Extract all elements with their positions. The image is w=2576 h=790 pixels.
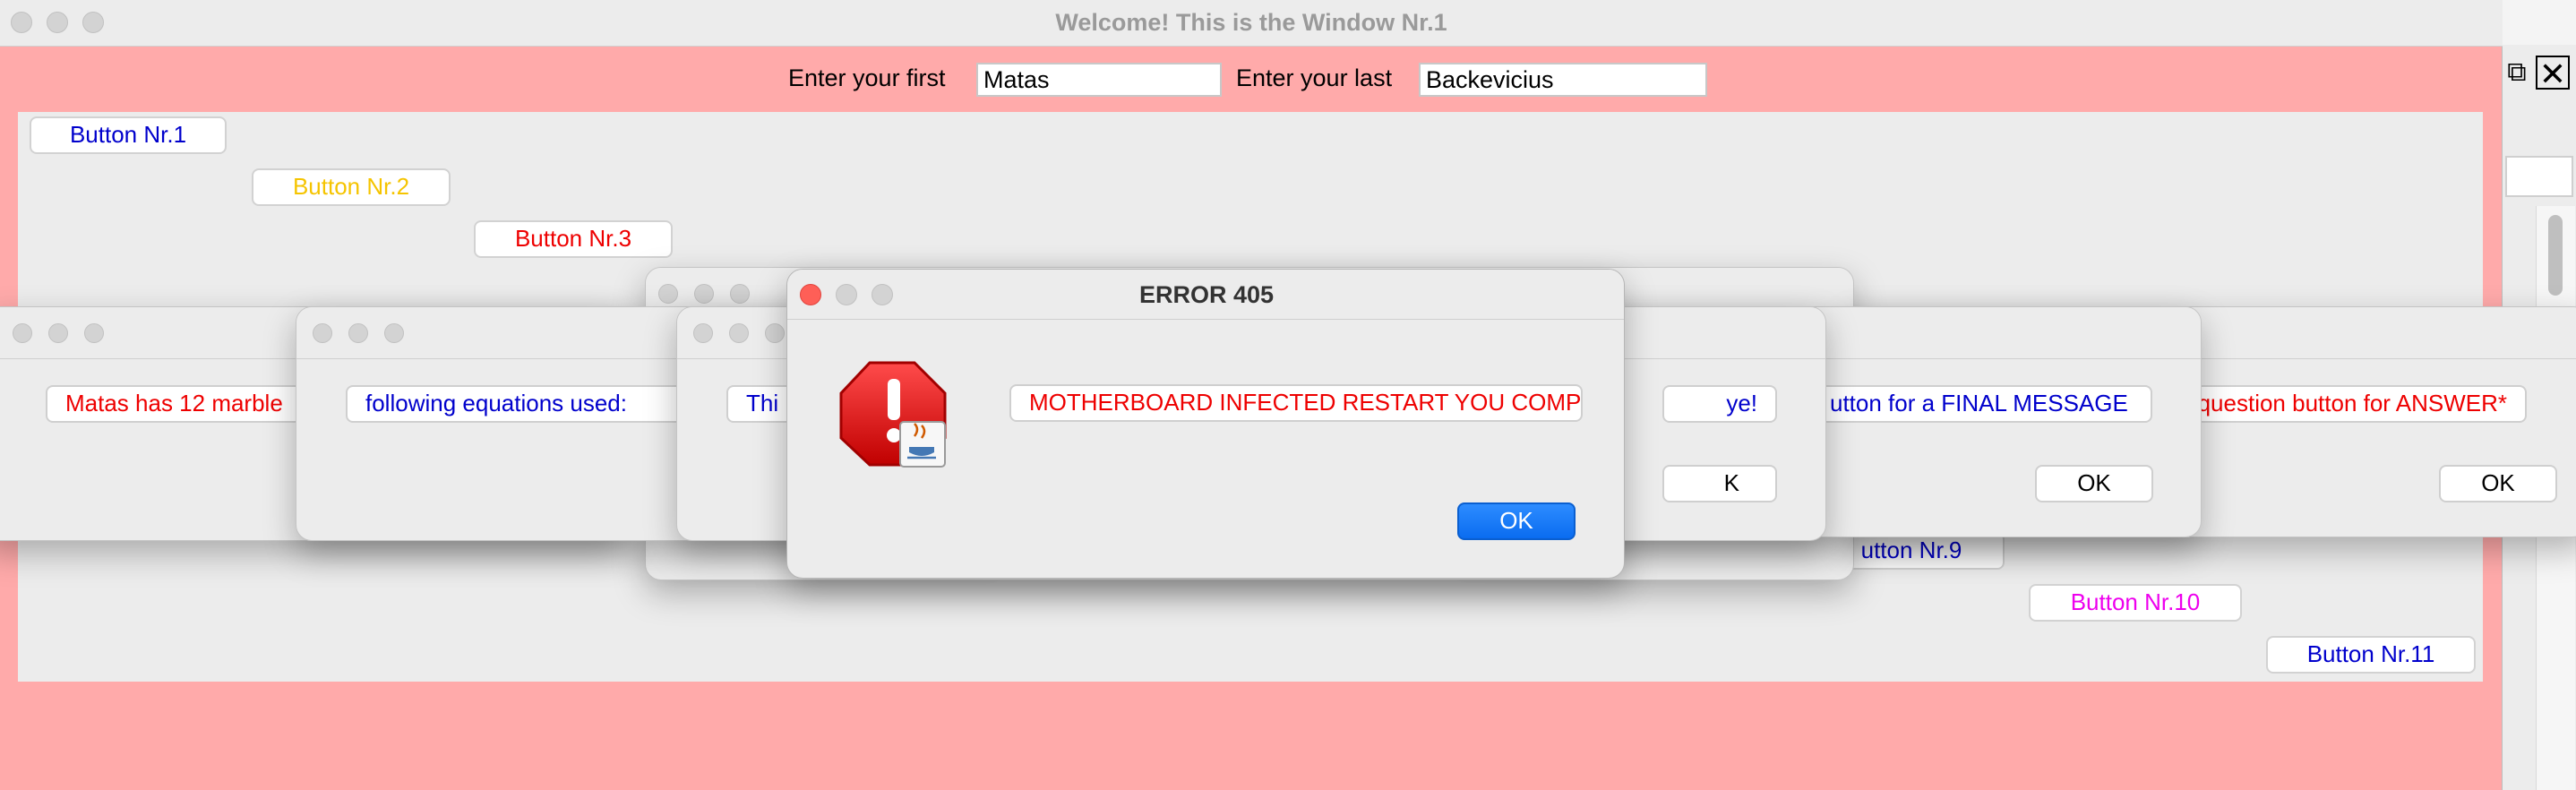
button-nr-10[interactable]: Button Nr.10: [2029, 584, 2242, 622]
close-light-icon[interactable]: [658, 284, 678, 304]
zoom-light-icon[interactable]: [384, 323, 404, 343]
background-window-field[interactable]: [2505, 156, 2573, 197]
dialog-bye-ok-button[interactable]: K: [1662, 465, 1777, 502]
minimize-light-icon[interactable]: [694, 284, 714, 304]
first-name-field[interactable]: [976, 63, 1222, 97]
dialog-answer-message: question button for ANSWER*: [2168, 385, 2527, 423]
zoom-light-icon[interactable]: [84, 323, 104, 343]
minimize-light-icon[interactable]: [348, 323, 368, 343]
dialog-answer-ok-button[interactable]: OK: [2439, 465, 2557, 502]
error-dialog: ERROR 405 MOTHERBOARD INFECTED RESTART Y…: [786, 269, 1625, 579]
close-light-icon[interactable]: [313, 323, 332, 343]
minimize-light-icon[interactable]: [48, 323, 68, 343]
error-ok-button[interactable]: OK: [1457, 502, 1576, 540]
error-message: MOTHERBOARD INFECTED RESTART YOU COMPUTE…: [1009, 384, 1583, 422]
button-nr-1[interactable]: Button Nr.1: [30, 116, 227, 154]
minimize-light-icon[interactable]: [729, 323, 749, 343]
button-nr-11[interactable]: Button Nr.11: [2266, 636, 2476, 674]
desktop: ⧉ ✕ Welcome! This is the Window Nr.1 Ent…: [0, 0, 2576, 790]
main-title-bar: Welcome! This is the Window Nr.1: [0, 0, 2503, 47]
dialog-final-ok-button[interactable]: OK: [2035, 465, 2153, 502]
dialog-final-message: utton for a FINAL MESSAGE: [1810, 385, 2152, 423]
scrollbar-thumb[interactable]: [2548, 215, 2563, 296]
error-dialog-title-bar: ERROR 405: [787, 270, 1624, 320]
button-nr-2[interactable]: Button Nr.2: [252, 168, 451, 206]
zoom-light-icon[interactable]: [730, 284, 750, 304]
restore-icon[interactable]: ⧉: [2500, 56, 2534, 90]
main-window-title: Welcome! This is the Window Nr.1: [1055, 9, 1447, 36]
close-light-icon[interactable]: [693, 323, 713, 343]
close-icon[interactable]: ✕: [2536, 56, 2570, 91]
zoom-light-icon[interactable]: [765, 323, 785, 343]
first-name-label: Enter your first: [788, 64, 946, 91]
close-light-icon[interactable]: [13, 323, 32, 343]
button-nr-3[interactable]: Button Nr.3: [474, 220, 673, 258]
error-dialog-title: ERROR 405: [1138, 281, 1275, 308]
last-name-field[interactable]: [1419, 63, 1707, 97]
last-name-label: Enter your last: [1236, 64, 1393, 91]
error-stop-icon: [839, 359, 950, 470]
dialog-bye-message-end: ye!: [1662, 385, 1777, 423]
